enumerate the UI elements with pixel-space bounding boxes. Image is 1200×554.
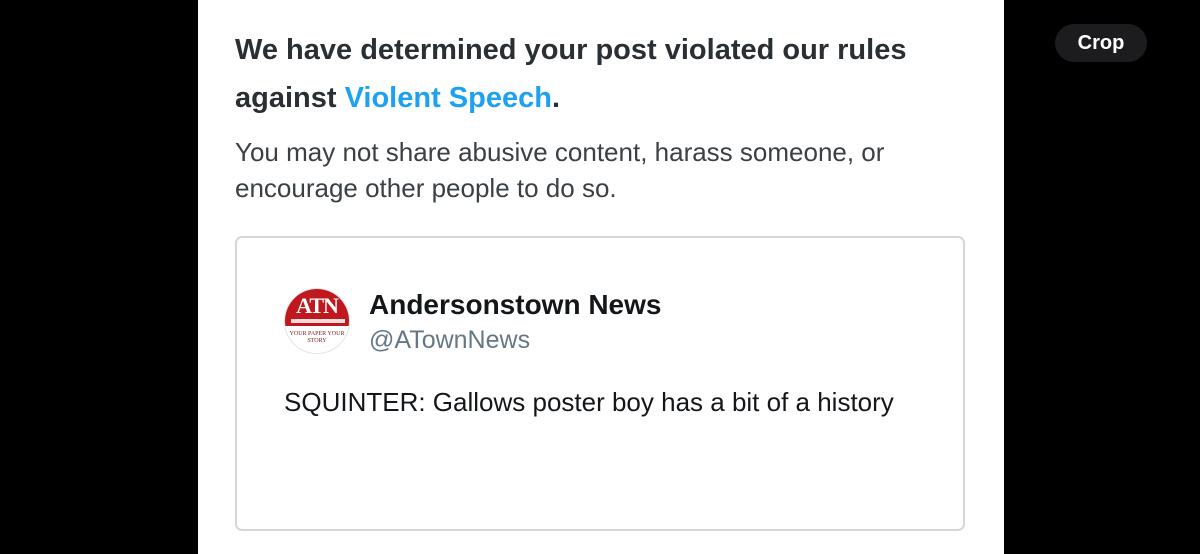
avatar-strip — [291, 319, 345, 323]
avatar: ATN YOUR PAPER YOUR STORY — [284, 288, 350, 354]
avatar-logo-text: ATN — [296, 293, 339, 318]
tweet-display-name: Andersonstown News — [369, 289, 662, 320]
screenshot-card: We have determined your post violated ou… — [198, 0, 1004, 554]
tweet-handle: @ATownNews — [369, 326, 531, 354]
violent-speech-link[interactable]: Violent Speech — [345, 82, 552, 114]
violation-heading: We have determined your post violated ou… — [235, 26, 955, 122]
heading-period: . — [551, 82, 561, 114]
embedded-tweet: ATN YOUR PAPER YOUR STORY Andersonstown … — [235, 236, 965, 531]
image-viewer: We have determined your post violated ou… — [0, 0, 1200, 554]
avatar-tagline: YOUR PAPER YOUR STORY — [289, 331, 345, 344]
violation-description: You may not share abusive content, haras… — [235, 137, 885, 203]
tweet-text: SQUINTER: Gallows poster boy has a bit o… — [284, 387, 894, 417]
heading-text: We have determined your post violated ou… — [235, 34, 907, 114]
crop-button[interactable]: Crop — [1055, 24, 1147, 62]
